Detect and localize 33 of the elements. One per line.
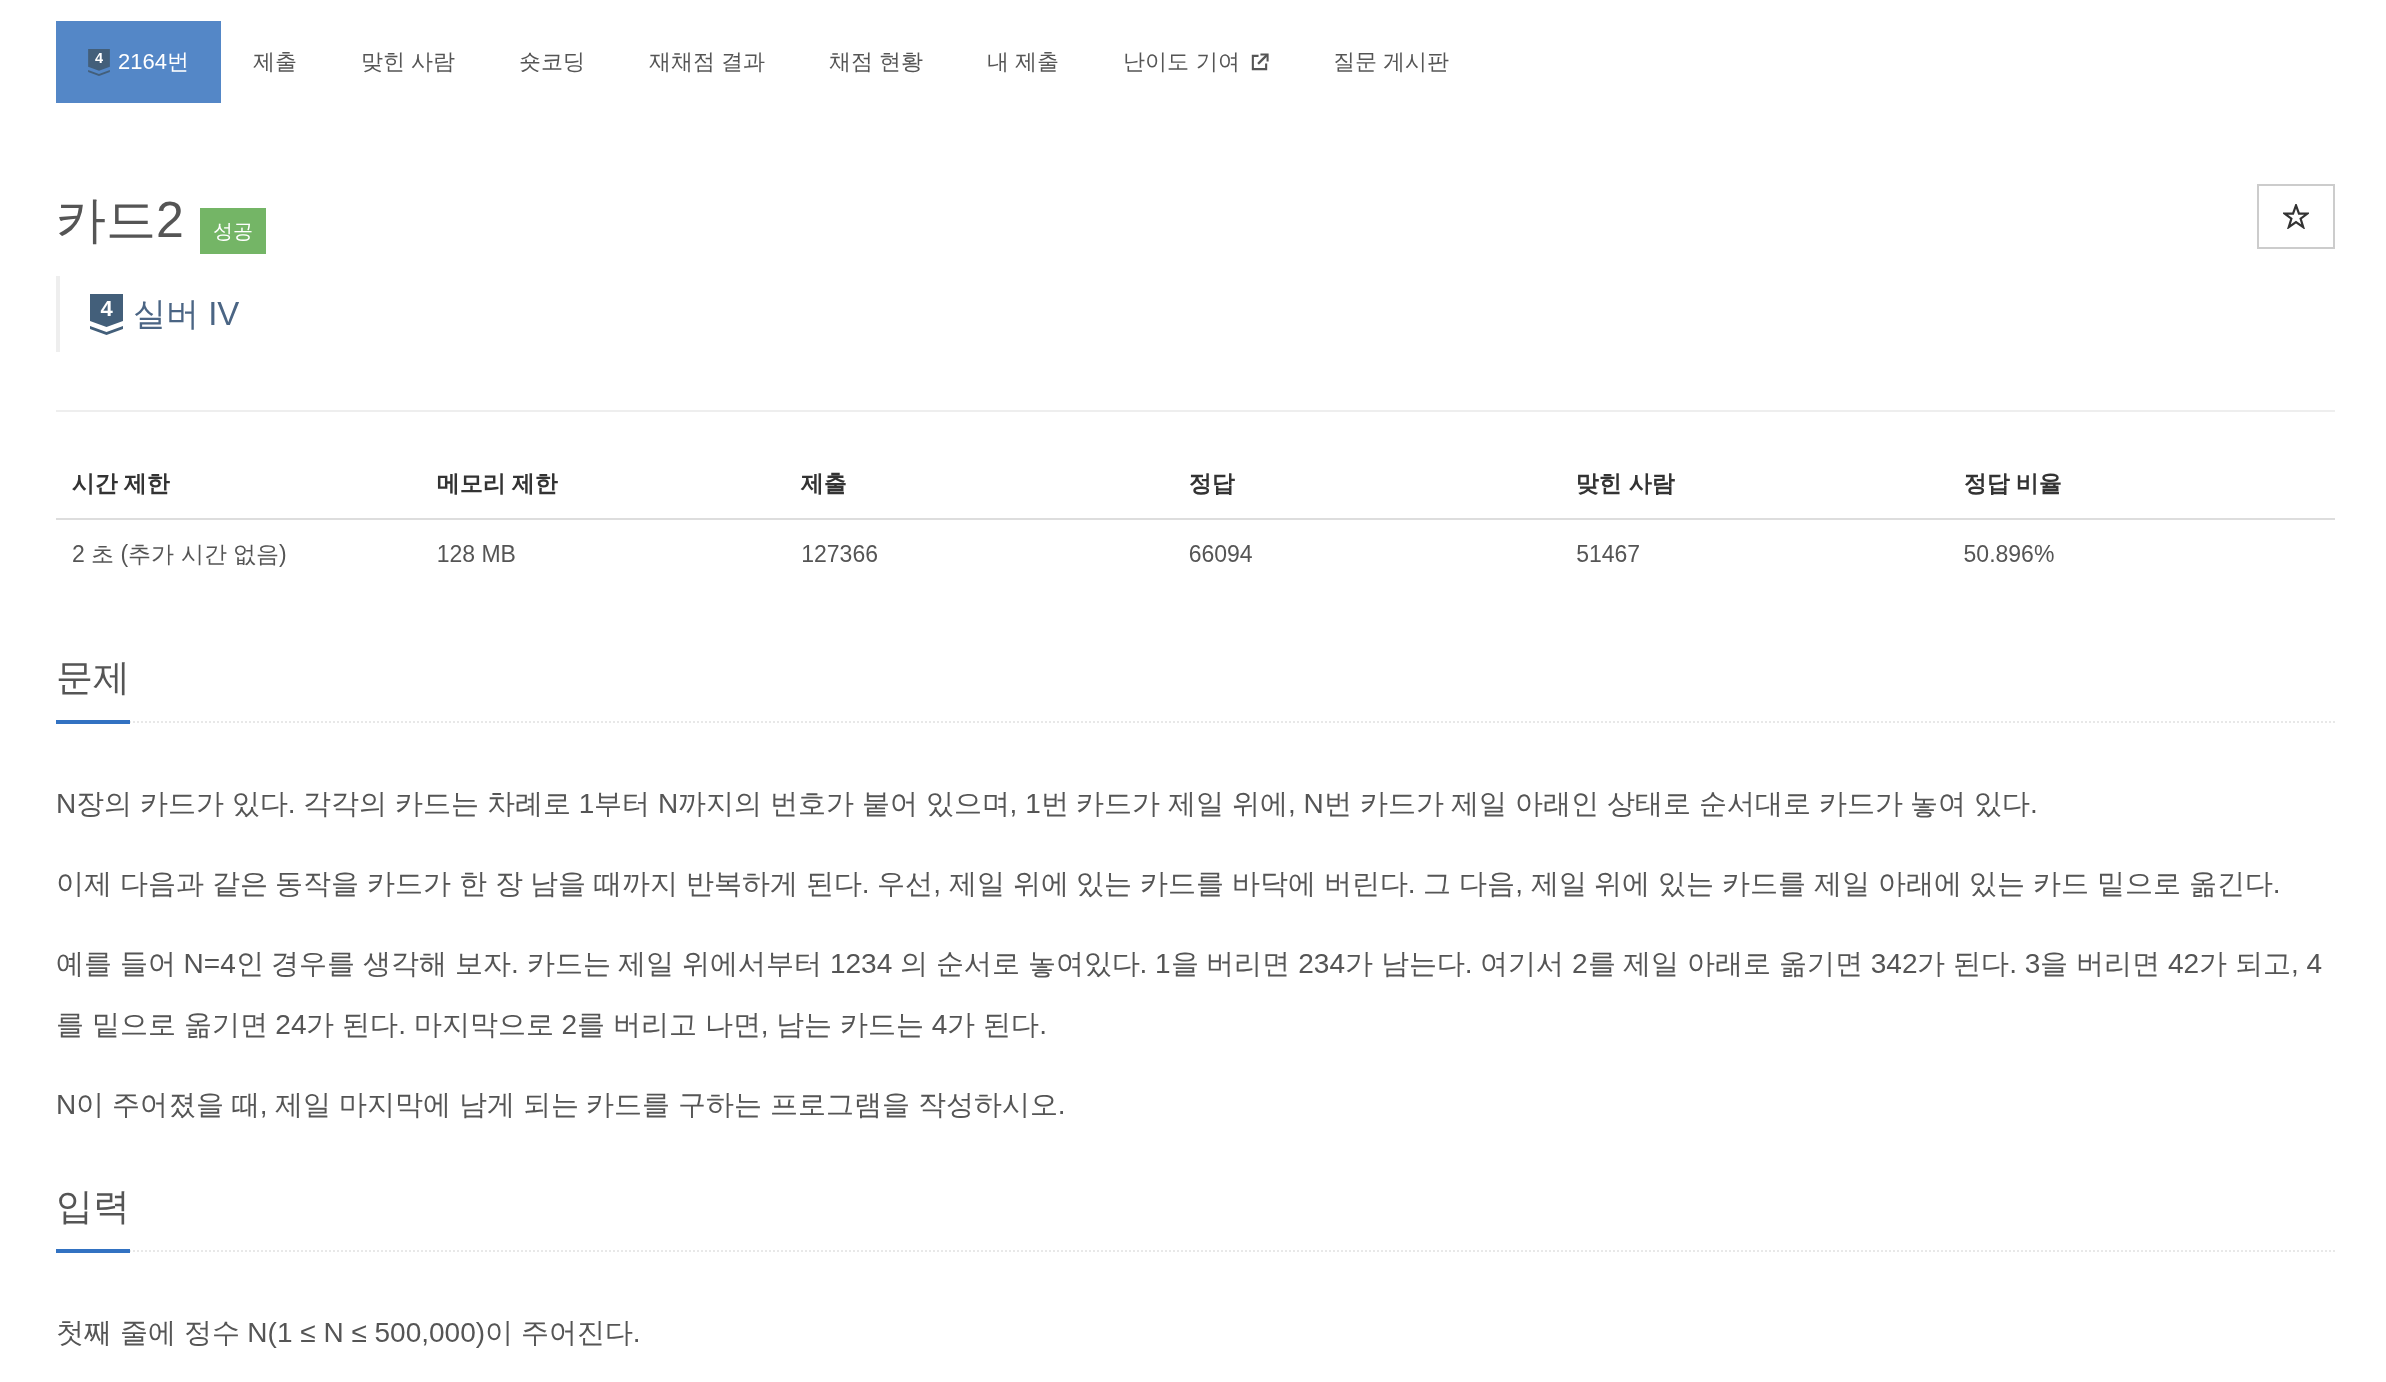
nav-tab[interactable]: 난이도 기여 xyxy=(1091,21,1301,103)
nav-tab[interactable]: 채점 현황 xyxy=(797,21,956,103)
external-link-icon xyxy=(1249,52,1269,72)
nav-tab[interactable]: 내 제출 xyxy=(955,21,1092,103)
paragraph: 첫째 줄에 정수 N(1 ≤ N ≤ 500,000)이 주어진다. xyxy=(56,1316,642,1350)
nav-tab[interactable]: 맞힌 사람 xyxy=(328,21,488,103)
nav-tab[interactable]: 제출 xyxy=(220,21,329,103)
table-cell: 51467 xyxy=(1560,519,1948,589)
table-cell: 66094 xyxy=(1172,519,1561,589)
section-heading: 입력 xyxy=(56,1183,130,1253)
table-cell: 50.896% xyxy=(1947,519,2335,589)
table-cell: 128 MB xyxy=(420,519,786,589)
column-header: 메모리 제한 xyxy=(420,449,786,519)
column-header: 시간 제한 xyxy=(56,449,421,519)
section-heading: 문제 xyxy=(56,654,130,724)
column-header: 맞힌 사람 xyxy=(1560,449,1948,519)
paragraph: N장의 카드가 있다. 각각의 카드는 차례로 1부터 N까지의 번호가 붙어 있으며, 1번 카드가 제일 위에, N번 카드가 제일 아래인 상태로 순서대로 카드가 놓여 있다. xyxy=(56,787,2039,821)
column-header: 제출 xyxy=(785,449,1173,519)
column-header: 정답 xyxy=(1172,449,1561,519)
column-header: 정답 비율 xyxy=(1947,449,2335,519)
nav-tab[interactable]: 숏코딩 xyxy=(487,21,618,103)
paragraph: 예를 들어 N=4인 경우를 생각해 보자. 카드는 제일 위에서부터 1234 의 순서로 놓여있다. 1을 버리면 234가 남는다. 여기서 2를 제일 아래로 옮기면 342가 된다. 3을 버리면 42가 되고, 4를 밑으로 옮기면 24가 된다. 마지막으로 2를 버리고 나면, 남는 카드는 4가 된다. xyxy=(56,947,2324,1042)
table-cell: 127366 xyxy=(785,519,1173,589)
tier-label: 실버 IV xyxy=(133,293,240,334)
nav-tab[interactable]: 4 2164번 xyxy=(56,21,221,103)
paragraph: N이 주어졌을 때, 제일 마지막에 남게 되는 카드를 구하는 프로그램을 작성하시오. xyxy=(56,1088,1067,1122)
table-cell: 2 초 (추가 시간 없음) xyxy=(56,519,421,589)
nav-tab[interactable]: 재채점 결과 xyxy=(617,21,798,103)
status-tag: 성공 xyxy=(199,208,266,254)
nav-tab[interactable]: 질문 게시판 xyxy=(1300,21,1481,103)
favorite-button[interactable] xyxy=(2257,184,2335,249)
problem-title: 카드2 xyxy=(56,191,184,250)
paragraph: 이제 다음과 같은 동작을 카드가 한 장 남을 때까지 반복하게 된다. 우선, 제일 위에 있는 카드를 바닥에 버린다. 그 다음, 제일 위에 있는 카드를 제일 아래에 있는 카드 밑으로 옮긴다. xyxy=(56,867,2282,901)
